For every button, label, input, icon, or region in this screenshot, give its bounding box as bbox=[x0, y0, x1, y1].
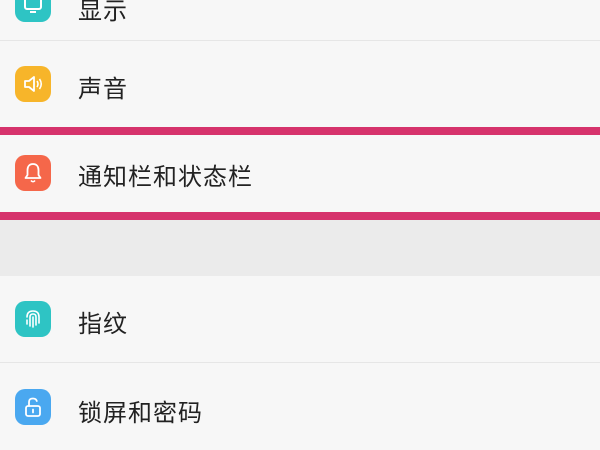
settings-screen: 显示 声音 通知栏和状态栏 指纹 锁屏和密码 bbox=[0, 0, 600, 450]
display-icon bbox=[15, 0, 51, 22]
settings-item-fingerprint[interactable]: 指纹 bbox=[0, 276, 600, 362]
settings-item-label: 声音 bbox=[78, 75, 128, 103]
settings-item-label: 通知栏和状态栏 bbox=[78, 163, 253, 191]
fingerprint-icon bbox=[15, 301, 51, 337]
settings-item-sound[interactable]: 声音 bbox=[0, 41, 600, 127]
section-gap bbox=[0, 220, 600, 276]
speaker-icon bbox=[15, 66, 51, 102]
settings-item-notifications[interactable]: 通知栏和状态栏 bbox=[0, 135, 600, 212]
highlight-border-bottom bbox=[0, 212, 600, 220]
bell-icon bbox=[15, 155, 51, 191]
settings-item-label: 指纹 bbox=[78, 310, 128, 338]
settings-item-label: 显示 bbox=[78, 0, 128, 25]
settings-item-display[interactable]: 显示 bbox=[0, 0, 600, 40]
settings-item-label: 锁屏和密码 bbox=[78, 399, 203, 427]
highlight-border-top bbox=[0, 127, 600, 135]
settings-item-lockscreen[interactable]: 锁屏和密码 bbox=[0, 363, 600, 450]
lock-icon bbox=[15, 389, 51, 425]
